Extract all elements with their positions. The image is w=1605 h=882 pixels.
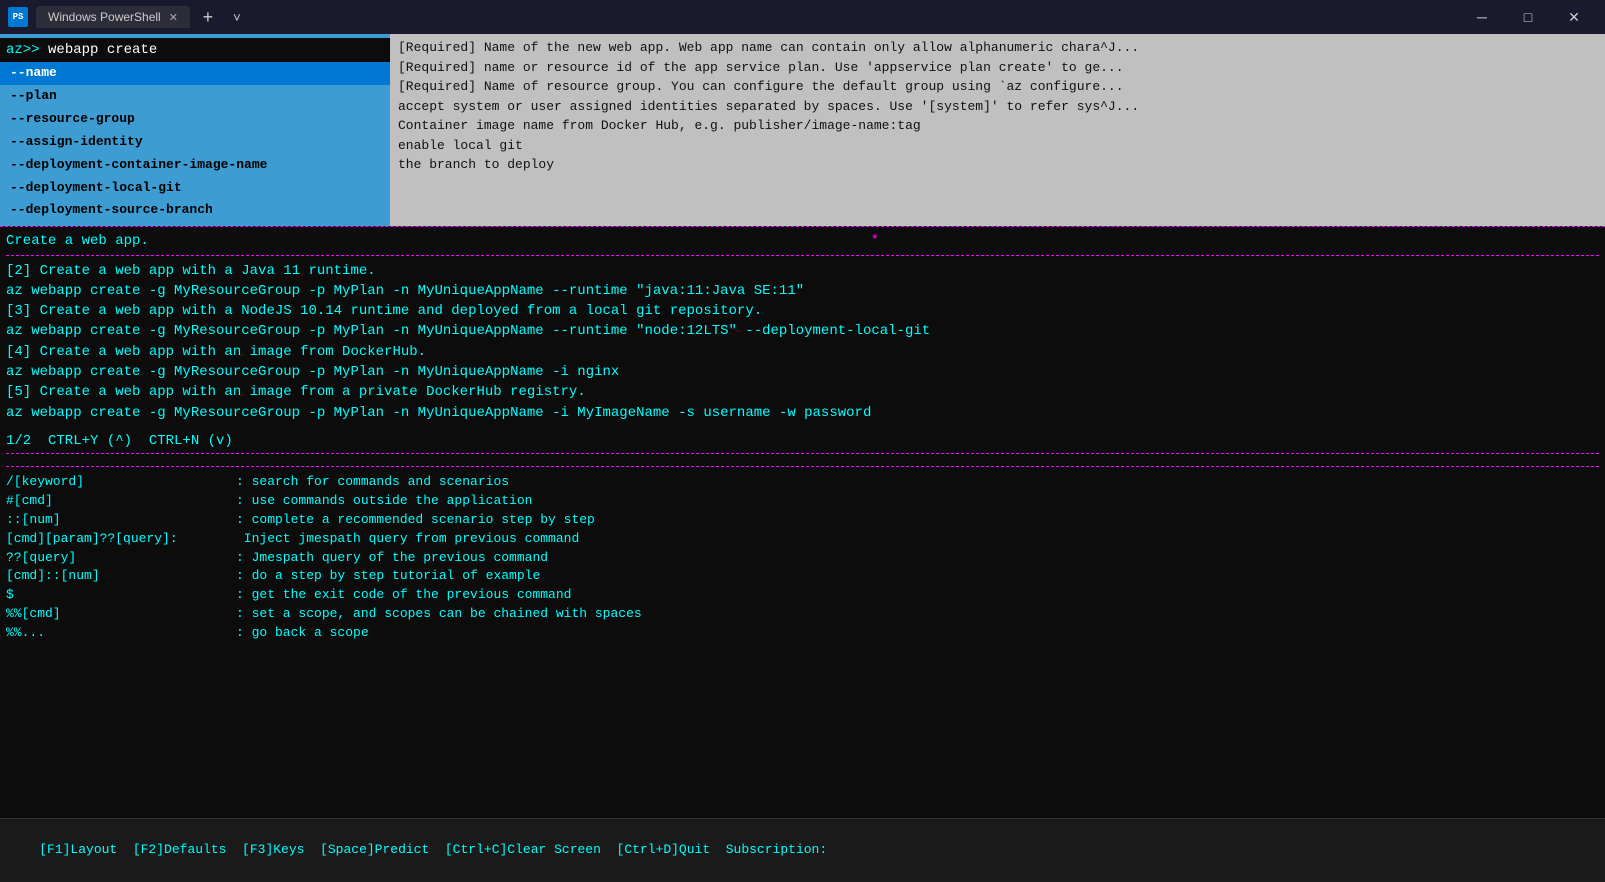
example-5-command: az webapp create -g MyResourceGroup -p M… bbox=[6, 403, 1599, 423]
spacer-2 bbox=[6, 423, 1599, 431]
example-2-command: az webapp create -g MyResourceGroup -p M… bbox=[6, 281, 1599, 301]
autocomplete-item-assign-identity[interactable]: --assign-identity bbox=[0, 131, 390, 154]
autocomplete-items-list: az>> webapp create --name --plan --resou… bbox=[0, 34, 390, 226]
ac-desc-container: Container image name from Docker Hub, e.… bbox=[398, 116, 1597, 136]
ac-desc-identity: accept system or user assigned identitie… bbox=[398, 97, 1597, 117]
ac-desc-rg: [Required] Name of resource group. You c… bbox=[398, 77, 1597, 97]
ac-desc-plan: [Required] name or resource id of the ap… bbox=[398, 58, 1597, 78]
autocomplete-item-resource-group[interactable]: --resource-group bbox=[0, 108, 390, 131]
ac-desc-local-git: enable local git bbox=[398, 136, 1597, 156]
powershell-tab[interactable]: Windows PowerShell ✕ bbox=[36, 6, 190, 28]
tab-dropdown-button[interactable]: ˅ bbox=[224, 0, 250, 34]
autocomplete-item-name[interactable]: --name bbox=[0, 62, 390, 85]
help-item-jmespath-query: ??[query] : Jmespath query of the previo… bbox=[6, 549, 1599, 568]
spacer-3 bbox=[6, 456, 1599, 464]
content-area: Create a web app. * [2] Create a web app… bbox=[0, 229, 1605, 643]
help-item-cmd-num: [cmd]::[num] : do a step by step tutoria… bbox=[6, 567, 1599, 586]
top-separator bbox=[0, 226, 1605, 227]
help-item-jmespath-inject: [cmd][param]??[query]: Inject jmespath q… bbox=[6, 530, 1599, 549]
section-header: Create a web app. * bbox=[6, 229, 1599, 253]
help-item-keyword: /[keyword] : search for commands and sce… bbox=[6, 473, 1599, 492]
autocomplete-item-plan[interactable]: --plan bbox=[0, 85, 390, 108]
example-3-command: az webapp create -g MyResourceGroup -p M… bbox=[6, 321, 1599, 341]
pagination: 1/2 CTRL+Y (^) CTRL+N (v) bbox=[6, 431, 1599, 451]
help-item-cmd: #[cmd] : use commands outside the applic… bbox=[6, 492, 1599, 511]
help-item-back: %%... : go back a scope bbox=[6, 624, 1599, 643]
help-item-scope: %%[cmd] : set a scope, and scopes can be… bbox=[6, 605, 1599, 624]
terminal[interactable]: az>> webapp create --name --plan --resou… bbox=[0, 34, 1605, 882]
autocomplete-item-deployment-local-git[interactable]: --deployment-local-git bbox=[0, 177, 390, 200]
autocomplete-item-deployment-container[interactable]: --deployment-container-image-name bbox=[0, 154, 390, 177]
maximize-button[interactable]: □ bbox=[1505, 0, 1551, 34]
separator-3 bbox=[6, 466, 1599, 467]
autocomplete-panel: az>> webapp create --name --plan --resou… bbox=[0, 34, 1605, 226]
prompt-display: az>> webapp create bbox=[0, 38, 390, 62]
ac-desc-name: [Required] Name of the new web app. Web … bbox=[398, 38, 1597, 58]
bottom-bar: [F1]Layout [F2]Defaults [F3]Keys [Space]… bbox=[0, 818, 1605, 882]
bottom-bar-text: [F1]Layout [F2]Defaults [F3]Keys [Space]… bbox=[39, 842, 827, 857]
new-tab-button[interactable]: + bbox=[192, 0, 224, 34]
tab-bar: Windows PowerShell ✕ + ˅ bbox=[36, 0, 250, 34]
minimize-button[interactable]: ─ bbox=[1459, 0, 1505, 34]
separator-2 bbox=[6, 453, 1599, 454]
example-4-header: [4] Create a web app with an image from … bbox=[6, 342, 1599, 362]
section-title: Create a web app. bbox=[6, 231, 871, 251]
example-4-command: az webapp create -g MyResourceGroup -p M… bbox=[6, 362, 1599, 382]
tab-close-icon[interactable]: ✕ bbox=[169, 11, 178, 24]
autocomplete-item-deployment-branch[interactable]: --deployment-source-branch bbox=[0, 199, 390, 222]
example-3-header: [3] Create a web app with a NodeJS 10.14… bbox=[6, 301, 1599, 321]
close-button[interactable]: ✕ bbox=[1551, 0, 1597, 34]
example-2-header: [2] Create a web app with a Java 11 runt… bbox=[6, 261, 1599, 281]
autocomplete-descriptions: [Required] Name of the new web app. Web … bbox=[390, 34, 1605, 226]
help-item-num: ::[num] : complete a recommended scenari… bbox=[6, 511, 1599, 530]
asterisk: * bbox=[871, 231, 1599, 251]
ac-desc-branch: the branch to deploy bbox=[398, 155, 1597, 175]
separator-1 bbox=[6, 255, 1599, 256]
window-controls: ─ □ ✕ bbox=[1459, 0, 1597, 34]
titlebar: PS Windows PowerShell ✕ + ˅ ─ □ ✕ bbox=[0, 0, 1605, 34]
help-item-exit-code: $ : get the exit code of the previous co… bbox=[6, 586, 1599, 605]
tab-label: Windows PowerShell bbox=[48, 10, 161, 24]
app-icon: PS bbox=[8, 7, 28, 27]
example-5-header: [5] Create a web app with an image from … bbox=[6, 382, 1599, 402]
